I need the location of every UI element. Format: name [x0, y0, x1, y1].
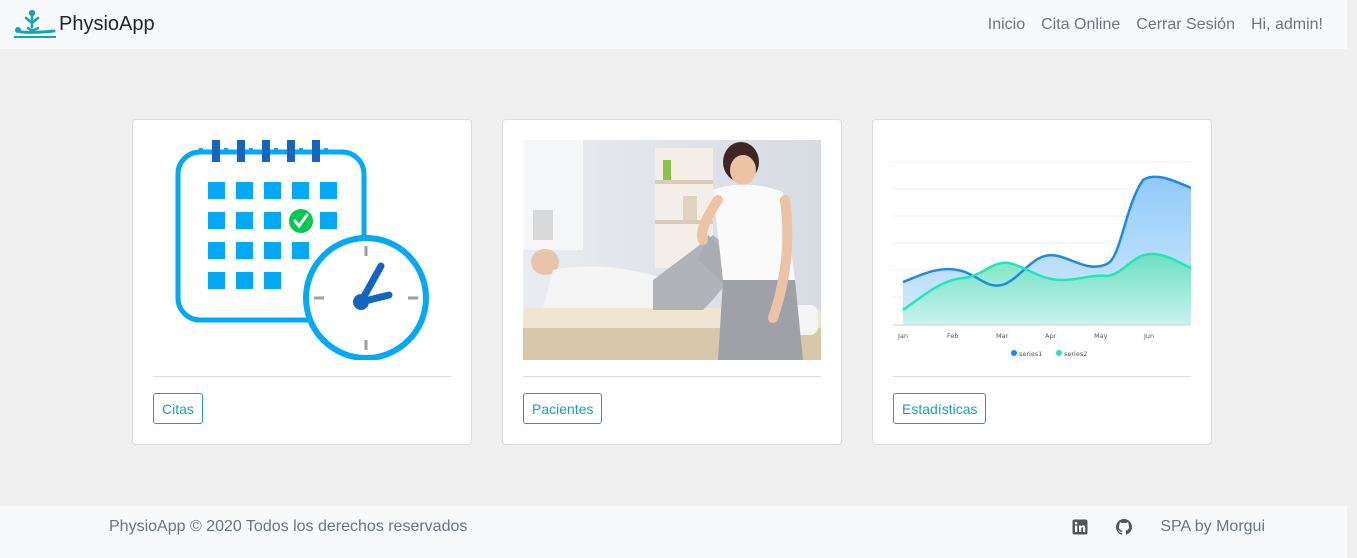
chart-legend-series2: series2: [1064, 350, 1087, 358]
card-citas: Citas: [132, 119, 472, 445]
citas-button[interactable]: Citas: [153, 393, 203, 424]
nav-link-cerrar-sesion[interactable]: Cerrar Sesión: [1136, 16, 1235, 34]
card-estadisticas: Jan Feb Mar Apr May Jun series1 series2 …: [872, 119, 1212, 445]
scrollbar[interactable]: [1347, 0, 1357, 558]
chart-tick-feb: Feb: [947, 332, 959, 340]
card-divider: [153, 376, 451, 377]
chart-tick-may: May: [1094, 332, 1108, 340]
chart-tick-apr: Apr: [1045, 332, 1057, 340]
physio-logo-icon: [14, 9, 56, 38]
chart-tick-mar: Mar: [996, 332, 1009, 340]
card-divider: [893, 376, 1191, 377]
card-divider: [523, 376, 821, 377]
brand-name: PhysioApp: [59, 13, 155, 35]
footer: PhysioApp © 2020 Todos los derechos rese…: [0, 506, 1347, 558]
nav-link-cita-online[interactable]: Cita Online: [1041, 16, 1120, 34]
dashboard-cards: Citas Pacientes Jan Feb Mar Apr May Jun …: [132, 119, 1212, 445]
area-chart-thumbnail: Jan Feb Mar Apr May Jun series1 series2: [893, 140, 1191, 360]
nav-link-inicio[interactable]: Inicio: [988, 16, 1025, 34]
chart-legend-series1: series1: [1019, 350, 1042, 358]
calendar-clock-icon: [153, 140, 451, 360]
chart-tick-jun: Jun: [1143, 332, 1154, 340]
github-link[interactable]: [1116, 519, 1160, 535]
nav-link-user-greeting[interactable]: Hi, admin!: [1251, 16, 1323, 34]
estadisticas-button[interactable]: Estadísticas: [893, 393, 987, 424]
pacientes-button[interactable]: Pacientes: [523, 393, 603, 424]
physiotherapy-photo: [523, 140, 821, 360]
brand-link[interactable]: PhysioApp: [12, 9, 155, 41]
top-navbar: PhysioApp Inicio Cita Online Cerrar Sesi…: [0, 0, 1347, 49]
github-icon: [1116, 519, 1133, 535]
footer-copyright: PhysioApp © 2020 Todos los derechos rese…: [109, 518, 468, 535]
footer-credit: SPA by Morgui: [1160, 518, 1265, 535]
linkedin-link[interactable]: [1072, 519, 1116, 535]
card-pacientes: Pacientes: [502, 119, 842, 445]
nav-links: Inicio Cita Online Cerrar Sesión Hi, adm…: [972, 0, 1323, 49]
footer-links: SPA by Morgui: [1072, 516, 1265, 538]
chart-tick-jan: Jan: [897, 332, 908, 340]
linkedin-icon: [1072, 519, 1088, 535]
